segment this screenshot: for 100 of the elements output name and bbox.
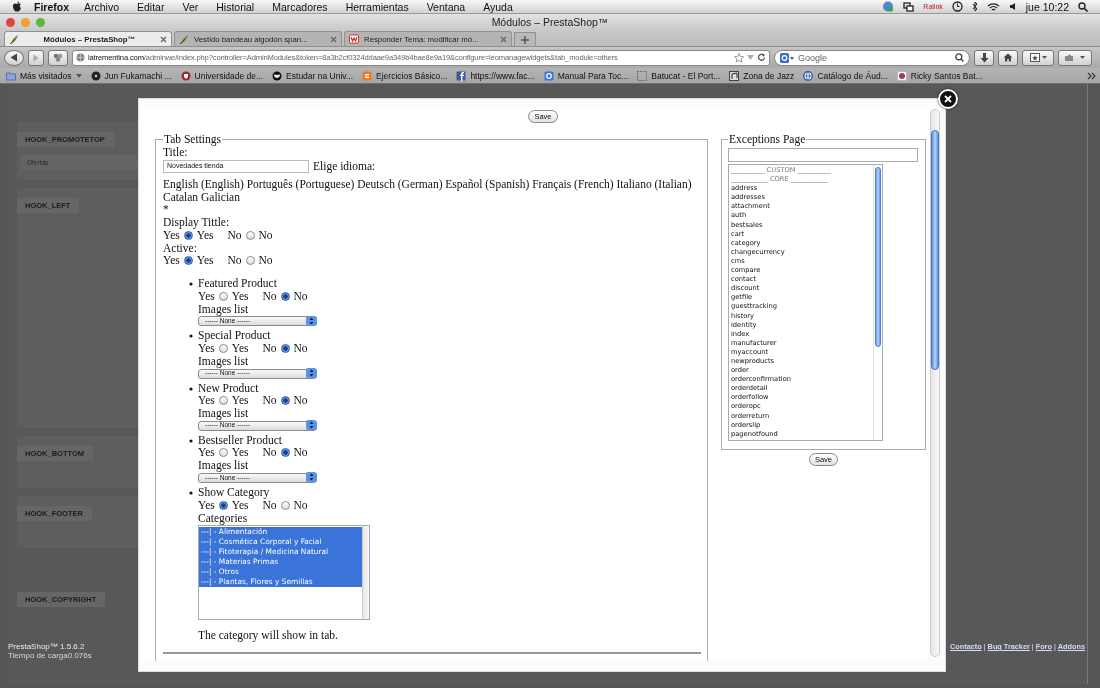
plus-icon (521, 35, 529, 44)
radio-button[interactable] (280, 291, 290, 301)
help-text: The category will show in tab. (198, 629, 339, 642)
bookmark-item[interactable]: Zona de Jazz (729, 70, 795, 81)
radio-button[interactable] (280, 396, 290, 406)
clock[interactable]: jue 10:22 (1025, 0, 1069, 13)
spinner-icon[interactable] (306, 420, 317, 431)
speaker-icon[interactable] (1008, 2, 1017, 11)
menu-item[interactable]: Archivo (75, 0, 129, 13)
radio-button[interactable] (218, 500, 228, 510)
radio-button[interactable] (218, 396, 228, 406)
new-tab-button[interactable] (514, 32, 536, 46)
version-text: PrestaShop™ 1.5.6.2 (8, 642, 86, 651)
home-icon (1003, 53, 1013, 62)
option-label: Yes (163, 228, 180, 242)
page-list[interactable] (728, 164, 883, 441)
spinner-icon[interactable] (306, 315, 317, 326)
option-label: No (293, 498, 308, 512)
language-list-text: English (English) Português (Portuguese) Deutsch (German) Español (Spanish) Français (French) Italiano (Italian) Catalan Galician (163, 178, 693, 204)
radio-button[interactable] (183, 230, 193, 240)
search-icon[interactable] (1078, 1, 1088, 12)
scrollbar[interactable] (930, 109, 940, 657)
menu-item[interactable]: Herramientas (336, 0, 418, 13)
option-label: No (262, 341, 277, 355)
panel-title: Exceptions Page (728, 133, 807, 145)
download-icon (979, 52, 989, 63)
back-arrow-icon (10, 53, 18, 62)
bookmark-item[interactable]: Más visitados (6, 70, 82, 81)
bookmark-item[interactable]: https://www.fac... (456, 70, 535, 81)
sync-icon[interactable] (882, 1, 895, 12)
toolbar-button[interactable] (48, 49, 68, 66)
bookmark-item[interactable]: Catálogo de Áud... (803, 70, 888, 81)
option-label: Yes (198, 498, 215, 512)
download-button[interactable] (974, 49, 994, 66)
star-icon[interactable] (734, 52, 744, 63)
load-time-text: Tiempo de carga0.076s (8, 651, 92, 660)
bookmark-item[interactable]: Universidade de... (180, 70, 264, 81)
menu-item[interactable]: Ver (173, 0, 208, 13)
app-menu[interactable]: Firefox (34, 0, 69, 13)
bluetooth-icon[interactable] (971, 1, 978, 12)
bookmark-item[interactable]: Estudar na Univ... (272, 70, 354, 81)
bookmark-item[interactable]: Batucat - El Port... (637, 70, 721, 81)
close-icon (944, 95, 952, 103)
reload-icon[interactable] (757, 53, 766, 62)
radio-button[interactable] (280, 448, 290, 458)
radio-button[interactable] (245, 256, 255, 266)
option-label: No (293, 446, 308, 460)
field-label: Images list (198, 302, 250, 316)
chevron-icon[interactable] (1087, 71, 1096, 80)
spinner-icon[interactable] (306, 368, 317, 379)
bookmarks-button[interactable] (1022, 49, 1054, 66)
globe-icon (76, 53, 85, 62)
radio-button[interactable] (183, 256, 193, 266)
spinner-icon[interactable] (306, 472, 317, 483)
option-label: Yes (196, 228, 214, 242)
bookmark-item[interactable]: Ejercicios Básico... (362, 70, 448, 81)
menu-item[interactable]: Historial (207, 0, 264, 13)
bookmark-menu-icon (1029, 53, 1047, 62)
filter-field[interactable] (728, 148, 918, 162)
close-icon[interactable] (330, 35, 337, 43)
option-label: Yes (196, 254, 214, 268)
forward-button[interactable] (28, 49, 44, 66)
bookmark-item[interactable]: Manual Para Toc... (543, 70, 629, 81)
bookmark-item[interactable]: Ricky Santos Bat... (896, 70, 983, 81)
menu-item[interactable]: Marcadores (263, 0, 337, 13)
option-label: Yes (198, 394, 215, 408)
close-icon[interactable] (160, 35, 167, 43)
radio-button[interactable] (245, 230, 255, 240)
home-button[interactable] (998, 49, 1018, 66)
panel-title: Tab Settings (163, 133, 222, 146)
bookmark-item[interactable]: Jun Fukamachi ... (90, 70, 172, 81)
option-label: No (262, 394, 277, 408)
field-label: Display Tittle: (163, 215, 231, 229)
section-title: New Product (198, 381, 260, 395)
radio-button[interactable] (280, 500, 290, 510)
option-label: No (293, 341, 308, 355)
option-label: Yes (231, 446, 249, 460)
scrollbar[interactable] (873, 165, 882, 440)
scrollbar[interactable] (362, 526, 369, 620)
radio-button[interactable] (218, 291, 228, 301)
close-icon[interactable] (500, 35, 507, 43)
option-label: No (262, 289, 277, 303)
back-button[interactable] (4, 49, 24, 66)
radio-button[interactable] (280, 343, 290, 353)
search-engine-icon[interactable] (780, 52, 794, 63)
extension-button[interactable] (1058, 49, 1092, 66)
menu-item[interactable]: Ayuda (474, 0, 522, 13)
radio-button[interactable] (218, 448, 228, 458)
option-label: No (262, 446, 277, 460)
mask-icon (272, 70, 283, 81)
clock-icon[interactable] (951, 1, 963, 12)
section-title: Special Product (198, 329, 272, 342)
apple-icon[interactable] (12, 1, 22, 12)
radio-button[interactable] (218, 343, 228, 353)
field-label: Active: (163, 241, 198, 255)
windows-icon[interactable] (903, 1, 915, 12)
menu-item[interactable]: Editar (128, 0, 174, 13)
search-field[interactable]: Google (774, 49, 970, 66)
wifi-icon[interactable] (986, 1, 1000, 12)
menu-item[interactable]: Ventana (417, 0, 475, 13)
